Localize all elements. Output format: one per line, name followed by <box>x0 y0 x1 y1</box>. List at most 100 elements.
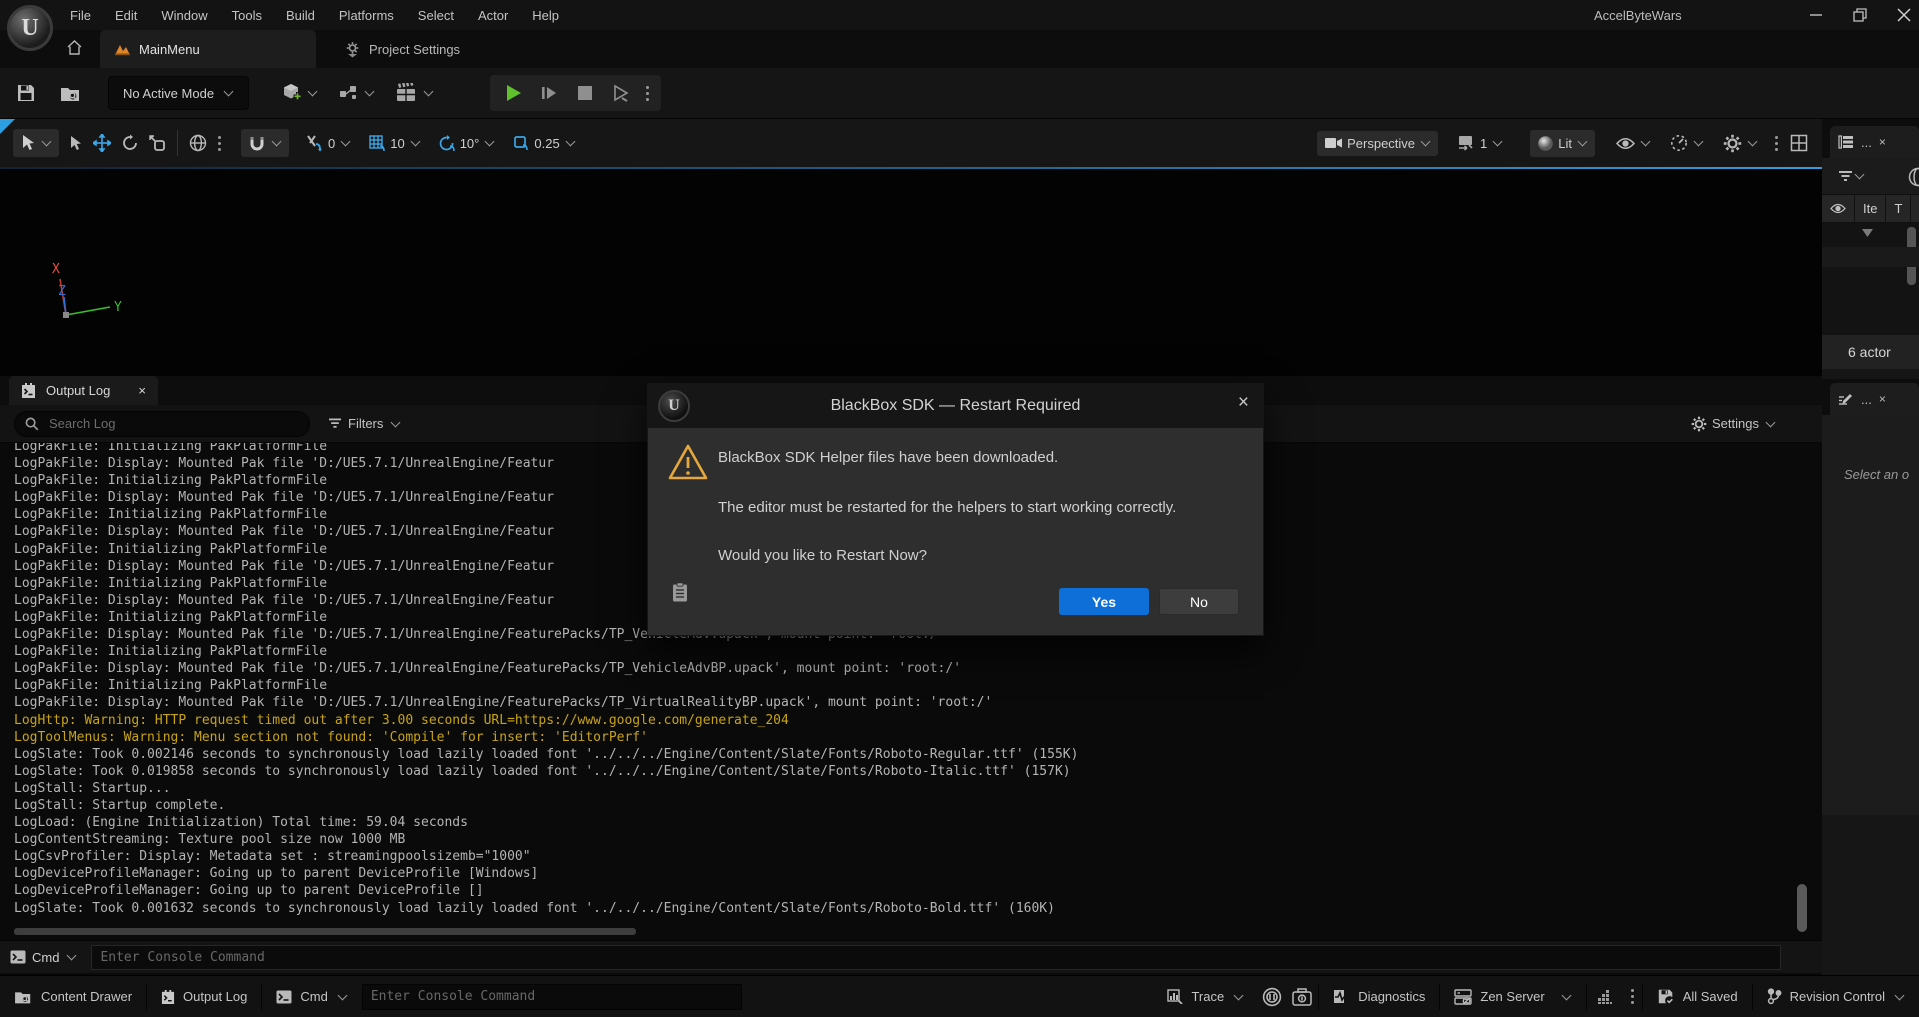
console-input[interactable] <box>92 949 1780 966</box>
transform-options-dots-icon[interactable] <box>218 142 221 145</box>
statusbar-console-box[interactable] <box>362 984 742 1010</box>
transform-mode-button[interactable] <box>13 129 59 157</box>
rotation-snap-button[interactable]: 10° <box>438 134 496 152</box>
close-icon[interactable]: × <box>138 383 146 398</box>
close-button[interactable] <box>1897 8 1911 22</box>
insights-grid-icon[interactable] <box>1597 989 1613 1005</box>
menu-select[interactable]: Select <box>418 8 454 23</box>
blueprint-node-icon <box>338 84 360 102</box>
statusbar-console-input[interactable] <box>363 988 741 1005</box>
viewport-options-dots-icon[interactable] <box>1775 142 1778 145</box>
menu-edit[interactable]: Edit <box>115 8 137 23</box>
zen-server-button[interactable]: Zen Server <box>1440 976 1585 1017</box>
filter-icon <box>328 418 342 430</box>
menu-build[interactable]: Build <box>286 8 315 23</box>
tab-project-settings[interactable]: Project Settings <box>330 30 474 68</box>
screen-percentage-button[interactable]: 1 <box>1457 135 1503 151</box>
unreal-logo-icon[interactable]: U <box>7 5 53 51</box>
yes-button[interactable]: Yes <box>1059 588 1149 615</box>
tab-ellipsis[interactable]: ... <box>1861 135 1872 150</box>
stop-button[interactable] <box>568 78 602 108</box>
menu-platforms[interactable]: Platforms <box>339 8 394 23</box>
menu-file[interactable]: File <box>70 8 91 23</box>
blueprints-button[interactable] <box>338 84 375 102</box>
trace-button[interactable]: Trace <box>1153 976 1258 1017</box>
close-icon[interactable]: × <box>1879 135 1886 149</box>
editor-mode-select[interactable]: No Active Mode <box>108 76 249 110</box>
eye-icon <box>1616 137 1635 150</box>
statusbar-cmd-dropdown[interactable]: Cmd <box>262 976 361 1017</box>
diagnostics-button[interactable]: Diagnostics <box>1319 976 1439 1017</box>
scale-icon <box>149 135 166 152</box>
play-options-dots-icon[interactable] <box>646 92 649 95</box>
camera-mode-button[interactable]: Perspective <box>1317 131 1438 156</box>
menu-window[interactable]: Window <box>161 8 207 23</box>
close-icon[interactable]: × <box>1879 392 1886 406</box>
log-settings-button[interactable]: Settings <box>1691 416 1776 432</box>
world-settings-icon[interactable] <box>1907 166 1919 188</box>
restore-button[interactable] <box>1853 8 1867 22</box>
trace-snapshot-icon[interactable] <box>1292 988 1312 1006</box>
home-icon[interactable] <box>66 39 83 56</box>
log-search-input[interactable] <box>47 415 271 432</box>
show-flags-button[interactable] <box>1616 137 1651 150</box>
no-button[interactable]: No <box>1159 588 1239 615</box>
filter-icon[interactable] <box>1838 170 1853 183</box>
viewport-toolbar: 0 10 10° 0.25 Perspective 1 <box>0 119 1822 167</box>
move-tool[interactable] <box>93 134 111 152</box>
tab-ellipsis[interactable]: ... <box>1861 392 1872 407</box>
tab-details[interactable]: ... × <box>1830 383 1919 415</box>
launch-button[interactable] <box>604 78 638 108</box>
surface-snap-button[interactable]: 0 <box>306 134 351 152</box>
dialog-close-icon[interactable]: × <box>1238 393 1249 412</box>
type-column-header[interactable]: T <box>1886 195 1911 222</box>
play-button[interactable] <box>496 78 530 108</box>
scale-snap-button[interactable]: 0.25 <box>512 134 575 152</box>
axis-gizmo: X Y Z <box>38 257 128 327</box>
save-icon[interactable] <box>16 83 36 103</box>
add-content-button[interactable] <box>281 82 318 104</box>
snap-toggle-button[interactable] <box>241 129 289 157</box>
cinematics-button[interactable] <box>395 83 434 103</box>
optimization-viewmodes-button[interactable] <box>1670 134 1704 152</box>
log-vertical-scrollbar[interactable] <box>1797 884 1807 932</box>
menu-tools[interactable]: Tools <box>232 8 262 23</box>
content-drawer-button[interactable]: Content Drawer <box>0 976 146 1017</box>
statusbar-dots-icon[interactable] <box>1631 995 1634 998</box>
outliner-list[interactable] <box>1822 223 1919 335</box>
trace-gauge-icon[interactable] <box>1262 987 1282 1007</box>
viewport-settings-button[interactable] <box>1723 134 1758 153</box>
grid-snap-button[interactable]: 10 <box>368 134 420 152</box>
view-mode-button[interactable]: Lit <box>1530 130 1595 157</box>
console-input-box[interactable] <box>91 945 1781 970</box>
menu-actor[interactable]: Actor <box>478 8 508 23</box>
quad-view-icon[interactable] <box>1790 134 1808 152</box>
dialog-message-2: The editor must be restarted for the hel… <box>718 499 1176 516</box>
cmd-dropdown[interactable]: Cmd <box>10 950 77 965</box>
select-tool[interactable] <box>69 135 83 152</box>
copy-to-clipboard-icon[interactable] <box>672 582 688 602</box>
viewport[interactable]: 0 10 10° 0.25 Perspective 1 <box>0 119 1822 376</box>
content-browser-icon[interactable] <box>60 84 82 103</box>
frame-skip-button[interactable] <box>532 78 566 108</box>
revision-control-button[interactable]: Revision Control <box>1753 976 1919 1017</box>
log-horizontal-scrollbar[interactable] <box>14 928 636 935</box>
scale-tool[interactable] <box>149 135 166 152</box>
world-coordinate-button[interactable] <box>189 134 207 152</box>
log-search-box[interactable] <box>14 411 310 437</box>
pencil-icon <box>1838 392 1854 406</box>
item-label-column-header[interactable]: Ite <box>1855 195 1886 222</box>
chevron-down-icon <box>1895 990 1905 1000</box>
tab-outliner[interactable]: ... × <box>1830 126 1919 158</box>
output-log-button[interactable]: Output Log <box>147 976 261 1017</box>
menu-help[interactable]: Help <box>532 8 559 23</box>
visibility-column-header[interactable] <box>1822 195 1855 222</box>
all-saved-button[interactable]: All Saved <box>1643 976 1752 1017</box>
log-filters-button[interactable]: Filters <box>328 416 401 431</box>
tab-output-log[interactable]: Output Log × <box>9 376 158 405</box>
tab-mainmenu[interactable]: MainMenu <box>100 30 316 68</box>
dialog-header[interactable]: U BlackBox SDK — Restart Required × <box>648 384 1263 428</box>
minimize-button[interactable] <box>1809 8 1823 22</box>
expand-arrow-icon[interactable] <box>1862 229 1873 237</box>
rotate-tool[interactable] <box>121 134 139 152</box>
